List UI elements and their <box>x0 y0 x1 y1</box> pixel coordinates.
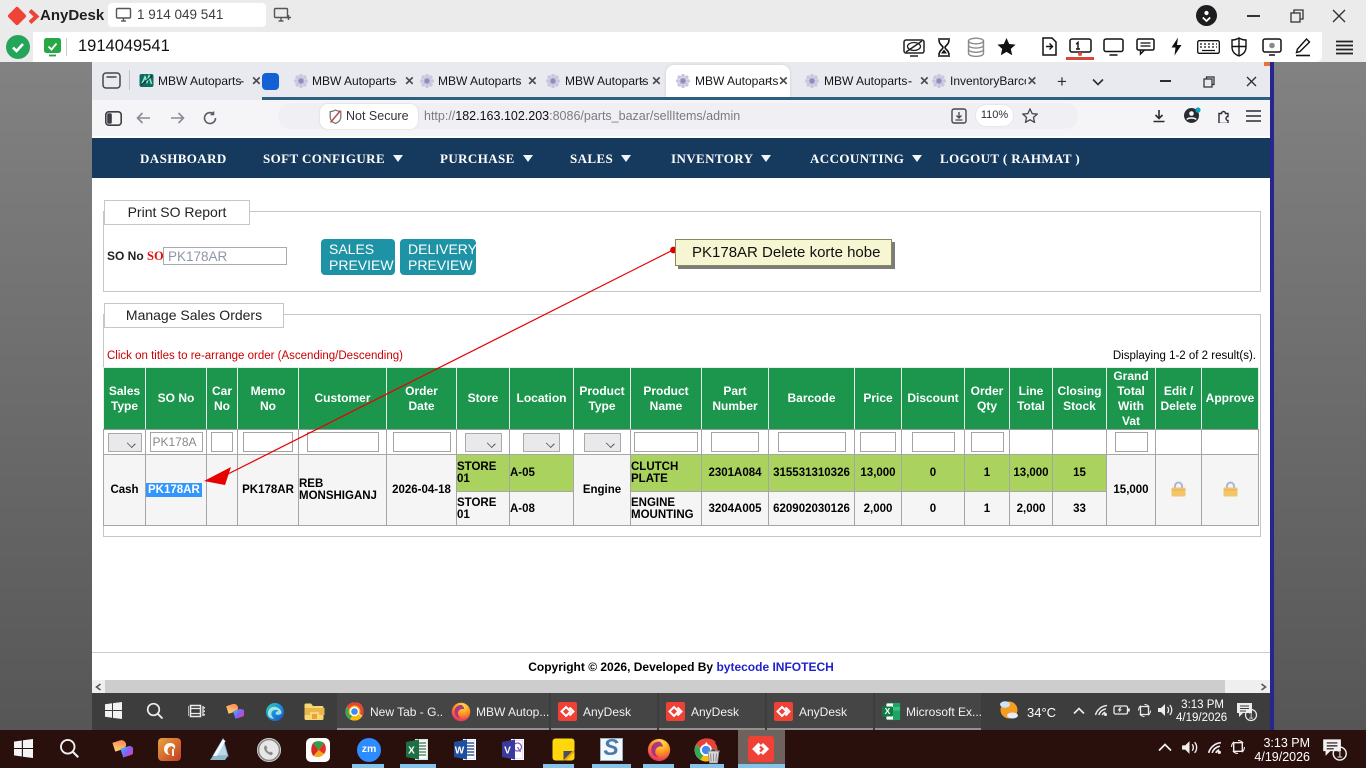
svg-text:X: X <box>408 746 415 757</box>
svg-text:1: 1 <box>1337 749 1343 761</box>
svg-text:1: 1 <box>1248 711 1253 721</box>
svg-text:X: X <box>885 706 891 716</box>
svg-text:W: W <box>455 746 465 757</box>
svg-text:V: V <box>504 746 511 757</box>
